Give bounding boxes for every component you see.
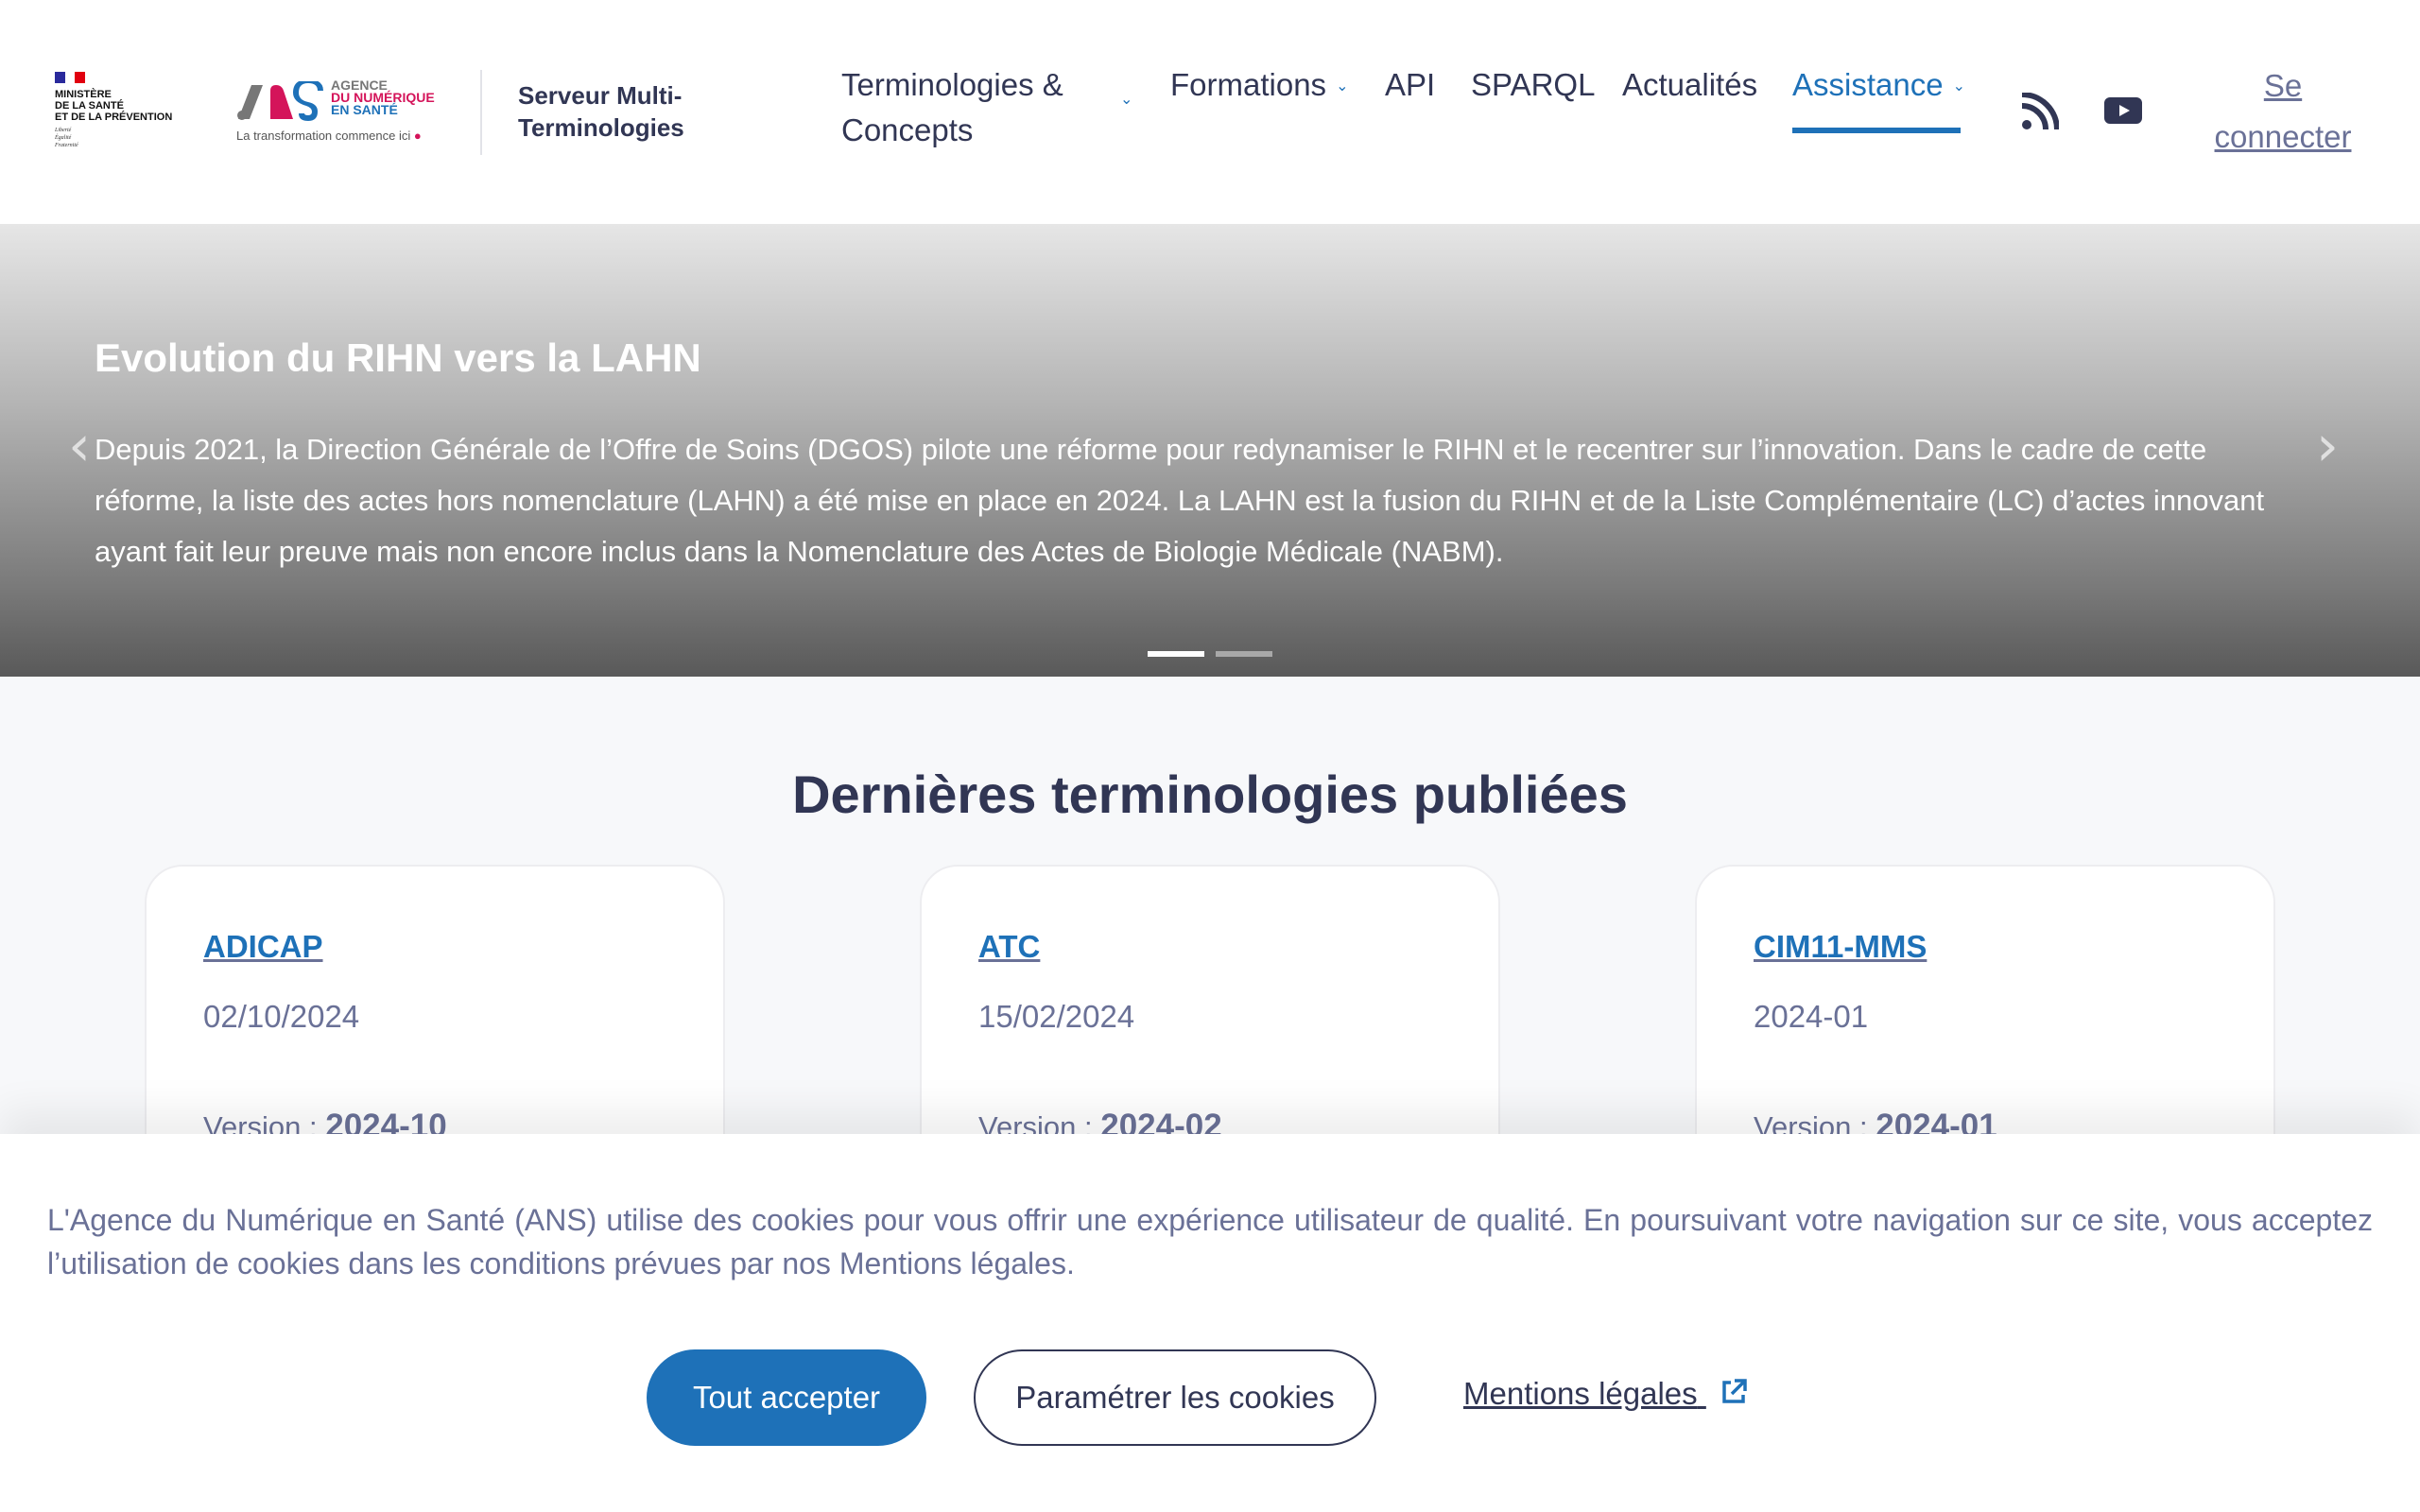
external-link-icon bbox=[1722, 1379, 1747, 1403]
cookie-banner: L'Agence du Numérique en Santé (ANS) uti… bbox=[0, 1134, 2420, 1512]
ans-mark-icon bbox=[237, 81, 323, 121]
terminology-link[interactable]: ATC bbox=[978, 929, 1040, 965]
rss-icon[interactable] bbox=[2021, 93, 2059, 130]
ans-tagline: La transformation commence ici ● bbox=[236, 129, 422, 143]
carousel-next-button[interactable]: › bbox=[2316, 418, 2354, 474]
header-divider bbox=[480, 70, 482, 155]
youtube-icon[interactable] bbox=[2104, 97, 2142, 124]
site-title[interactable]: Serveur Multi- Terminologies bbox=[518, 79, 684, 144]
french-flag-icon bbox=[55, 72, 86, 83]
terminology-date: 2024-01 bbox=[1754, 999, 1869, 1034]
terminology-link[interactable]: CIM11-MMS bbox=[1754, 929, 1927, 965]
terminology-link[interactable]: ADICAP bbox=[203, 929, 323, 965]
cookie-settings-button[interactable]: Paramétrer les cookies bbox=[974, 1349, 1376, 1446]
section-title: Dernières terminologies publiées bbox=[792, 765, 1628, 824]
nav-api[interactable]: API bbox=[1385, 62, 1435, 108]
ans-logo[interactable]: AGENCE DU NUMÉRIQUE EN SANTÉ La transfor… bbox=[236, 77, 446, 147]
ministry-logo[interactable]: Ministère de la santé et de la préventio… bbox=[55, 72, 197, 149]
nav-sparql[interactable]: SPARQL bbox=[1471, 62, 1595, 108]
terminology-date: 02/10/2024 bbox=[203, 999, 360, 1034]
hero-carousel: ‹ Evolution du RIHN vers la LAHN Depuis … bbox=[0, 224, 2420, 677]
nav-formations[interactable]: Formations ⌄ bbox=[1170, 62, 1348, 110]
nav-terminologies-concepts[interactable]: Terminologies & Concepts ⌄ bbox=[841, 62, 1132, 153]
terminology-date: 15/02/2024 bbox=[978, 999, 1135, 1034]
site-header: Ministère de la santé et de la préventio… bbox=[0, 0, 2420, 224]
chevron-down-icon: ⌄ bbox=[1336, 78, 1349, 95]
carousel-indicators bbox=[1148, 651, 1272, 657]
republic-motto: Liberté Égalité Fraternité bbox=[55, 128, 78, 148]
legal-notice-link[interactable]: Mentions légales bbox=[1463, 1376, 1748, 1412]
nav-actualites[interactable]: Actualités bbox=[1622, 62, 1757, 108]
hero-title: Evolution du RIHN vers la LAHN bbox=[95, 335, 701, 380]
cookie-notice-text: L'Agence du Numérique en Santé (ANS) uti… bbox=[47, 1203, 2373, 1280]
carousel-indicator-1[interactable] bbox=[1148, 651, 1204, 657]
location-pin-icon: ● bbox=[413, 129, 422, 143]
login-link[interactable]: Se connecter bbox=[2203, 60, 2363, 163]
chevron-down-icon: ⌄ bbox=[1120, 92, 1133, 108]
ans-wordmark: AGENCE DU NUMÉRIQUE EN SANTÉ bbox=[331, 77, 435, 117]
nav-assistance[interactable]: Assistance ⌄ bbox=[1792, 62, 1965, 110]
carousel-indicator-2[interactable] bbox=[1216, 651, 1272, 657]
accept-all-cookies-button[interactable]: Tout accepter bbox=[647, 1349, 926, 1446]
chevron-down-icon: ⌄ bbox=[1952, 78, 1965, 95]
ministry-name: Ministère de la santé et de la préventio… bbox=[55, 89, 173, 123]
active-nav-indicator bbox=[1792, 128, 1961, 133]
hero-body: Depuis 2021, la Direction Générale de l’… bbox=[95, 433, 2265, 568]
